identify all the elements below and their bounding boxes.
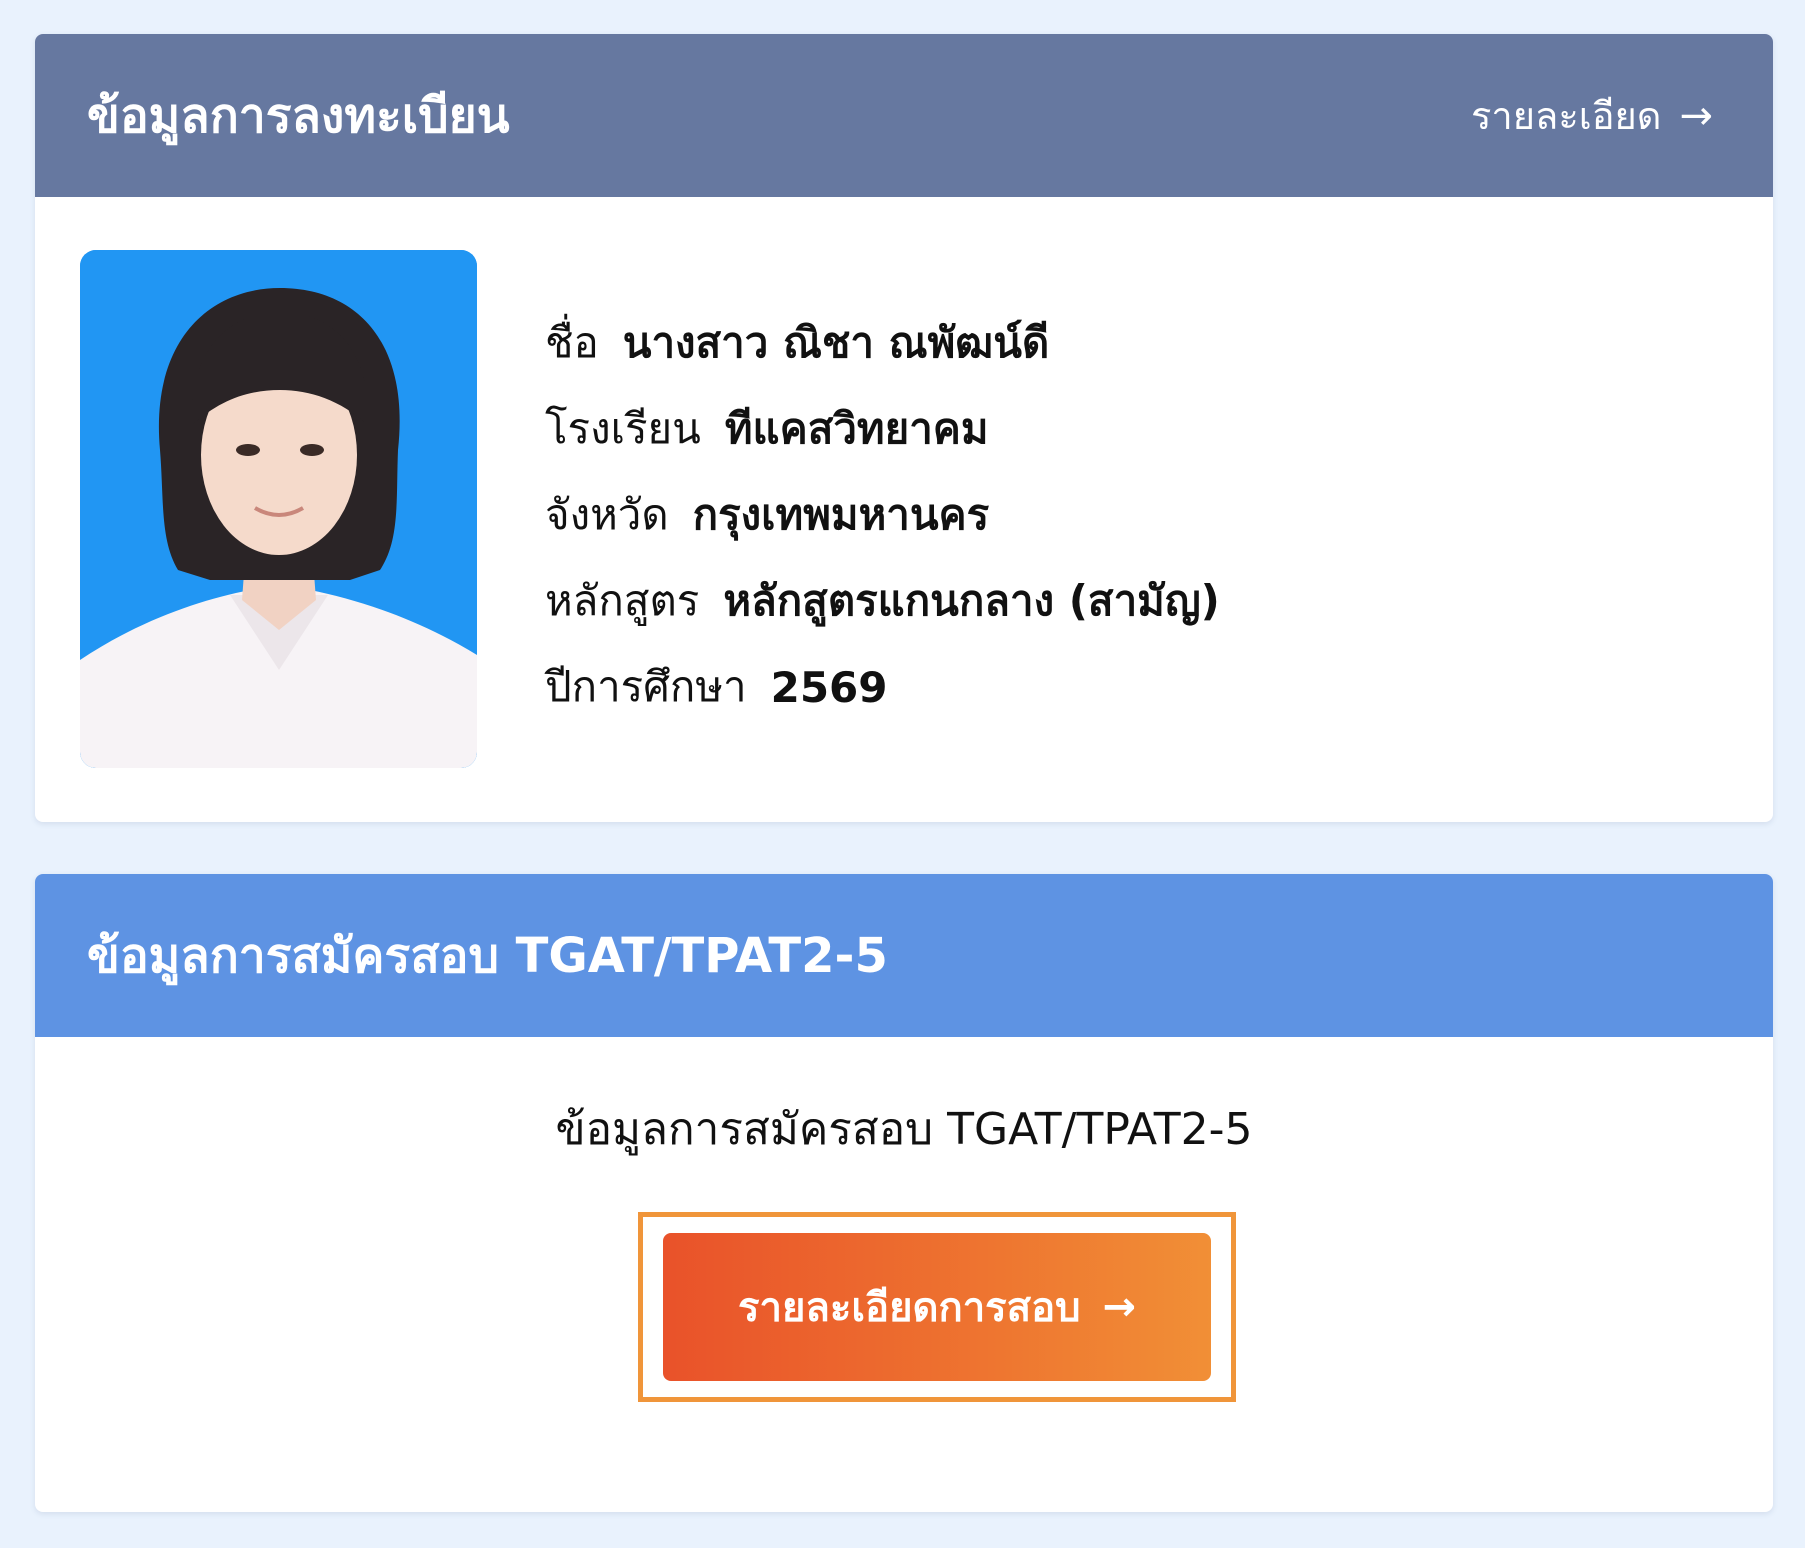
school-value: ทีแคสวิทยาคม — [724, 404, 989, 453]
info-row-province: จังหวัด กรุงเทพมหานคร — [545, 472, 1220, 558]
info-row-curriculum: หลักสูตร หลักสูตรแกนกลาง (สามัญ) — [545, 558, 1220, 644]
registration-info: ชื่อ นางสาว ณิชา ณพัฒน์ดี โรงเรียน ทีแคส… — [545, 300, 1220, 730]
arrow-right-icon: → — [1102, 1284, 1136, 1330]
exam-detail-button-label: รายละเอียดการสอบ — [738, 1285, 1081, 1331]
name-label: ชื่อ — [545, 318, 599, 367]
profile-photo — [80, 250, 477, 768]
registration-title: ข้อมูลการลงทะเบียน — [87, 87, 510, 144]
year-value: 2569 — [770, 662, 888, 712]
exam-detail-button[interactable]: รายละเอียดการสอบ → — [663, 1233, 1211, 1381]
info-row-name: ชื่อ นางสาว ณิชา ณพัฒน์ดี — [545, 300, 1220, 386]
name-value: นางสาว ณิชา ณพัฒน์ดี — [622, 318, 1050, 367]
curriculum-label: หลักสูตร — [545, 576, 700, 625]
exam-title: ข้อมูลการสมัครสอบ TGAT/TPAT2-5 — [87, 927, 888, 984]
exam-caption: ข้อมูลการสมัครสอบ TGAT/TPAT2-5 — [555, 1104, 1253, 1155]
profile-photo-image — [80, 250, 477, 768]
province-value: กรุงเทพมหานคร — [692, 490, 990, 539]
exam-header: ข้อมูลการสมัครสอบ TGAT/TPAT2-5 — [35, 874, 1773, 1037]
registration-detail-link[interactable]: รายละเอียด → — [1471, 85, 1713, 146]
registration-header: ข้อมูลการลงทะเบียน รายละเอียด → — [35, 34, 1773, 197]
exam-card: ข้อมูลการสมัครสอบ TGAT/TPAT2-5 ข้อมูลการ… — [35, 874, 1773, 1512]
year-label: ปีการศึกษา — [545, 662, 747, 711]
registration-detail-label: รายละเอียด — [1471, 94, 1662, 138]
info-row-school: โรงเรียน ทีแคสวิทยาคม — [545, 386, 1220, 472]
school-label: โรงเรียน — [545, 404, 701, 453]
info-row-year: ปีการศึกษา 2569 — [545, 644, 1220, 730]
exam-button-highlight: รายละเอียดการสอบ → — [638, 1212, 1236, 1402]
arrow-right-icon: → — [1679, 92, 1713, 139]
curriculum-value: หลักสูตรแกนกลาง (สามัญ) — [723, 576, 1220, 625]
province-label: จังหวัด — [545, 490, 669, 539]
